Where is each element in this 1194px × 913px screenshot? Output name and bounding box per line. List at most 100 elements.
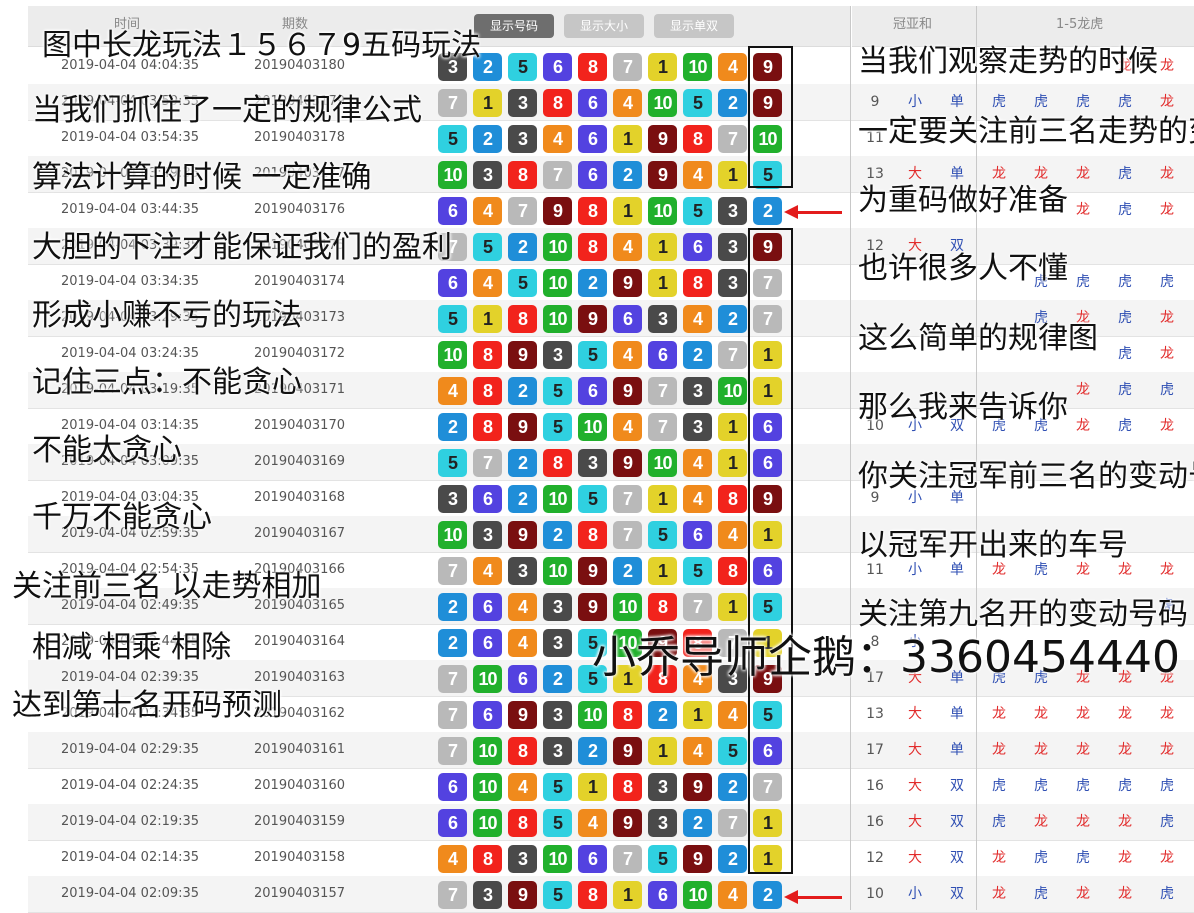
number-ball: 3 bbox=[718, 233, 747, 261]
number-ball: 5 bbox=[543, 773, 572, 801]
show-numbers-button[interactable]: 显示号码 bbox=[474, 14, 554, 38]
row-issue: 20190403167 bbox=[254, 526, 345, 541]
table-row: 2019-04-04 02:09:35 20190403157 7 3 9 5 8 1 6 10 4… bbox=[28, 876, 1194, 913]
number-ball: 5 bbox=[683, 557, 712, 585]
number-ball: 10 bbox=[438, 521, 467, 549]
number-ball: 9 bbox=[648, 125, 677, 153]
number-ball: 3 bbox=[648, 305, 677, 333]
number-ball: 8 bbox=[718, 557, 747, 585]
row-dragon-tiger: 虎 bbox=[1076, 778, 1090, 794]
number-ball: 9 bbox=[613, 809, 642, 837]
number-ball: 8 bbox=[683, 269, 712, 297]
row-dragon-tiger bbox=[1068, 228, 1098, 264]
highlight-box-bottom bbox=[748, 228, 793, 874]
row-size: 大 bbox=[908, 742, 922, 758]
row-dragon-tiger bbox=[1110, 228, 1140, 264]
row-dragon-tiger: 龙 bbox=[1160, 166, 1174, 182]
number-ball: 8 bbox=[578, 233, 607, 261]
header-sum: 冠亚和 bbox=[893, 17, 933, 32]
row-size: 大 bbox=[908, 814, 922, 830]
number-ball: 7 bbox=[438, 881, 467, 909]
row-dragon-tiger: 龙 bbox=[1160, 706, 1174, 722]
number-ball: 7 bbox=[438, 665, 467, 693]
row-dragon-tiger: 龙 bbox=[1076, 706, 1090, 722]
number-ball: 4 bbox=[473, 557, 502, 585]
number-ball: 8 bbox=[613, 701, 642, 729]
number-ball: 3 bbox=[508, 89, 537, 117]
table-row: 2019-04-04 02:19:35 20190403159 6 10 8 5 4 9 3 2 7… bbox=[28, 804, 1194, 841]
row-dragon-tiger: 龙 bbox=[1160, 202, 1174, 218]
arrow-pointer-2 bbox=[784, 890, 842, 904]
number-ball: 1 bbox=[613, 881, 642, 909]
number-ball: 7 bbox=[473, 449, 502, 477]
row-dragon-tiger: 龙 bbox=[1076, 418, 1090, 434]
number-ball: 2 bbox=[648, 701, 677, 729]
show-size-button[interactable]: 显示大小 bbox=[564, 14, 644, 38]
number-ball: 9 bbox=[683, 845, 712, 873]
number-ball: 9 bbox=[508, 701, 537, 729]
number-ball: 4 bbox=[438, 377, 467, 405]
number-ball: 10 bbox=[648, 197, 677, 225]
overlay-left-4: 大胆的下注才能保证我们的盈利 bbox=[32, 230, 452, 265]
number-ball: 2 bbox=[543, 665, 572, 693]
overlay-left-9: 关注前三名 以走势相加 bbox=[12, 569, 322, 604]
row-dragon-tiger: 龙 bbox=[1076, 742, 1090, 758]
number-ball: 2 bbox=[473, 125, 502, 153]
number-ball: 3 bbox=[543, 737, 572, 765]
show-parity-button[interactable]: 显示单双 bbox=[654, 14, 734, 38]
number-ball: 6 bbox=[648, 881, 677, 909]
divider-left bbox=[850, 6, 851, 910]
row-dragon-tiger: 虎 bbox=[1118, 346, 1132, 362]
number-ball: 6 bbox=[578, 161, 607, 189]
number-ball: 7 bbox=[718, 125, 747, 153]
row-dragon-tiger: 龙 bbox=[992, 706, 1006, 722]
number-ball: 5 bbox=[508, 269, 537, 297]
overlay-left-7: 不能太贪心 bbox=[32, 433, 182, 468]
number-ball: 6 bbox=[683, 233, 712, 261]
row-sum: 13 bbox=[866, 706, 884, 722]
row-dragon-tiger: 龙 bbox=[1160, 418, 1174, 434]
row-issue: 20190403174 bbox=[254, 274, 345, 289]
number-ball: 1 bbox=[718, 449, 747, 477]
row-dragon-tiger: 龙 bbox=[1118, 850, 1132, 866]
number-ball: 2 bbox=[718, 845, 747, 873]
number-ball: 9 bbox=[613, 269, 642, 297]
row-size: 大 bbox=[908, 850, 922, 866]
row-time: 2019-04-04 03:34:35 bbox=[61, 274, 200, 289]
row-time: 2019-04-04 02:29:35 bbox=[61, 742, 200, 757]
number-ball: 7 bbox=[613, 845, 642, 873]
row-dragon-tiger: 虎 bbox=[1118, 382, 1132, 398]
number-ball: 1 bbox=[613, 125, 642, 153]
row-dragon-tiger: 龙 bbox=[992, 886, 1006, 902]
row-parity: 单 bbox=[950, 706, 964, 722]
number-ball: 6 bbox=[473, 485, 502, 513]
number-ball: 4 bbox=[683, 737, 712, 765]
number-ball: 5 bbox=[683, 197, 712, 225]
number-ball: 3 bbox=[718, 197, 747, 225]
overlay-left-10: 相减 相乘 相除 bbox=[32, 630, 232, 665]
number-ball: 10 bbox=[543, 485, 572, 513]
number-ball: 3 bbox=[508, 557, 537, 585]
number-ball: 1 bbox=[718, 161, 747, 189]
number-ball: 2 bbox=[683, 809, 712, 837]
number-ball: 10 bbox=[473, 737, 502, 765]
number-ball: 4 bbox=[473, 197, 502, 225]
number-ball: 2 bbox=[718, 305, 747, 333]
row-dragon-tiger: 龙 bbox=[1034, 742, 1048, 758]
number-ball: 5 bbox=[683, 89, 712, 117]
number-ball: 8 bbox=[543, 449, 572, 477]
number-ball: 5 bbox=[578, 485, 607, 513]
header-dragon-tiger: 1-5龙虎 bbox=[1056, 17, 1104, 32]
results-table-screen: 时间 期数 显示号码 显示大小 显示单双 冠亚和 1-5龙虎 2019-04-0… bbox=[0, 0, 1194, 913]
number-ball: 2 bbox=[718, 773, 747, 801]
number-ball: 9 bbox=[578, 557, 607, 585]
number-ball: 3 bbox=[508, 125, 537, 153]
number-ball: 4 bbox=[683, 449, 712, 477]
row-parity: 双 bbox=[950, 886, 964, 902]
row-issue: 20190403169 bbox=[254, 454, 345, 469]
number-ball: 4 bbox=[613, 233, 642, 261]
number-ball: 10 bbox=[543, 305, 572, 333]
number-ball: 3 bbox=[543, 629, 572, 657]
number-ball: 2 bbox=[578, 269, 607, 297]
number-ball: 9 bbox=[508, 413, 537, 441]
